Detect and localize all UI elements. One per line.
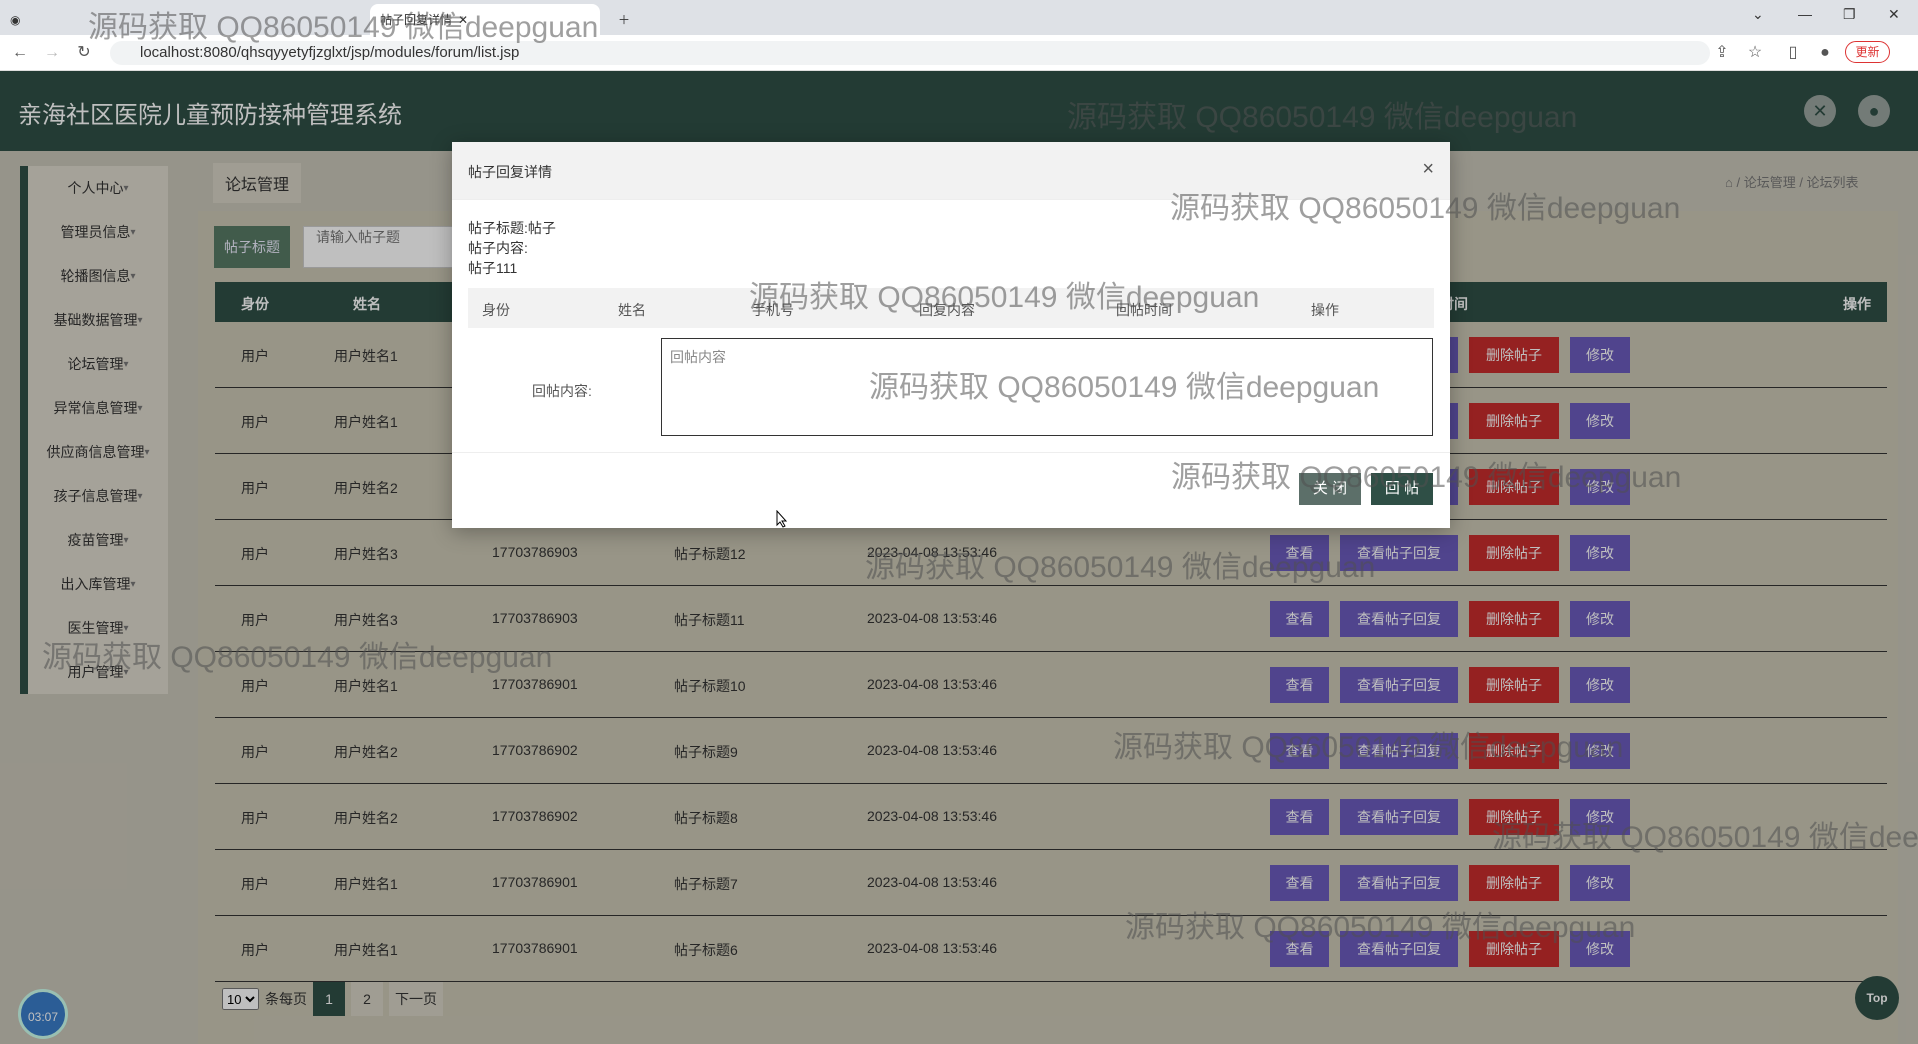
- modal-title: 帖子回复详情: [468, 164, 552, 180]
- submit-reply-button[interactable]: 回 帖: [1371, 473, 1433, 505]
- new-tab-button[interactable]: ＋: [608, 4, 640, 35]
- address-bar: ← → ↻ localhost:8080/qhsqyyetyfjzglxt/js…: [0, 35, 1918, 71]
- browser-icon: ◉: [10, 12, 21, 27]
- post-content-label: 帖子内容:: [468, 240, 528, 256]
- browser-tab-inactive[interactable]: ◉: [0, 4, 30, 35]
- back-icon[interactable]: ←: [10, 43, 30, 63]
- maximize-button[interactable]: ❐: [1843, 6, 1856, 23]
- reply-detail-modal: 帖子回复详情 × 帖子标题:帖子 帖子内容: 帖子111 身份 姓名 手机号 回…: [452, 142, 1450, 528]
- tab-search-icon[interactable]: ⌄: [1752, 6, 1764, 23]
- sidepanel-icon[interactable]: ▯: [1783, 43, 1803, 63]
- forward-icon[interactable]: →: [42, 43, 62, 63]
- reply-content-textarea[interactable]: 回帖内容: [661, 338, 1433, 436]
- close-icon[interactable]: ×: [1422, 158, 1434, 181]
- reply-table-header: 身份 姓名 手机号 回复内容 回帖时间 操作: [468, 288, 1434, 328]
- browser-tab-active[interactable]: 帖子回复详情 ✕: [370, 4, 600, 35]
- tab-label: 帖子回复详情: [380, 13, 453, 27]
- update-button[interactable]: 更新: [1845, 41, 1890, 63]
- reply-content-label: 回帖内容:: [532, 383, 592, 399]
- close-button[interactable]: 关 闭: [1299, 473, 1361, 505]
- minimize-button[interactable]: —: [1798, 6, 1812, 22]
- post-content-value: 帖子111: [468, 260, 518, 276]
- bookmark-star-icon[interactable]: ☆: [1745, 43, 1765, 63]
- modal-header: 帖子回复详情 ×: [452, 142, 1450, 200]
- modal-divider: [452, 452, 1450, 453]
- tab-close-icon[interactable]: ✕: [458, 13, 468, 27]
- post-title-line: 帖子标题:帖子: [468, 220, 556, 236]
- reload-icon[interactable]: ↻: [74, 43, 94, 63]
- url-input[interactable]: localhost:8080/qhsqyyetyfjzglxt/jsp/modu…: [110, 41, 1710, 65]
- browser-tabstrip: ◉ 帖子回复详情 ✕ ＋ ⌄ — ❐ ✕: [0, 0, 1918, 35]
- share-icon[interactable]: ⇪: [1712, 43, 1732, 63]
- close-window-button[interactable]: ✕: [1888, 6, 1900, 23]
- profile-icon[interactable]: ●: [1815, 43, 1835, 63]
- mouse-cursor-icon: [776, 510, 788, 528]
